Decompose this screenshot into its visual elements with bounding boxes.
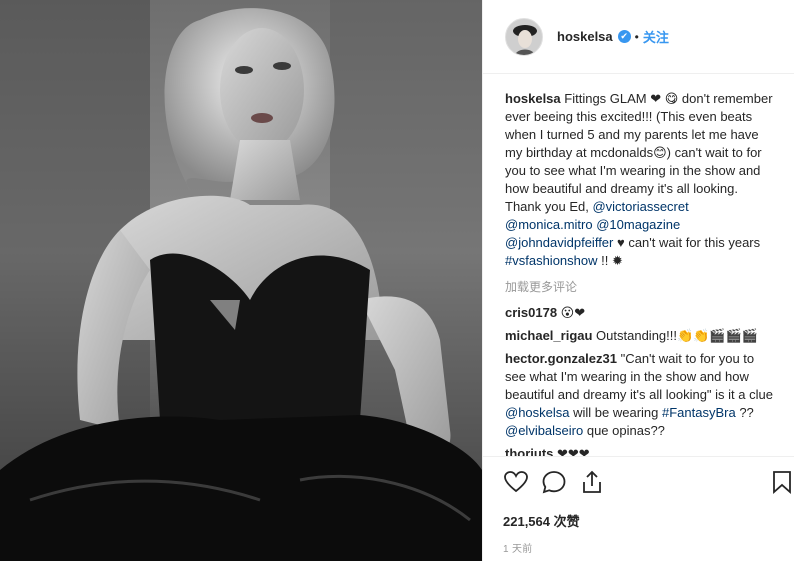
mention-link[interactable]: @victoriassecret <box>592 199 688 214</box>
comment: thoriuts ❤❤❤ <box>505 445 777 456</box>
action-icons <box>503 467 794 497</box>
hashtag-link[interactable]: #vsfashionshow <box>505 253 598 268</box>
comment-text: ❤❤❤ <box>553 446 590 456</box>
post-timestamp[interactable]: 1 天前 <box>503 540 794 555</box>
comment-username[interactable]: hector.gonzalez31 <box>505 351 617 366</box>
comment-text: ?? <box>735 405 754 420</box>
caption-text: Fittings GLAM ❤ 😋 don't remember ever be… <box>505 91 773 214</box>
mention-link[interactable]: @elvibalseiro <box>505 423 583 438</box>
post-header: hoskelsa ✔ • 关注 <box>483 0 794 74</box>
comment-text: Outstanding!!!👏👏🎬🎬🎬 <box>592 328 758 343</box>
hashtag-link[interactable]: #FantasyBra <box>662 405 736 420</box>
comment: hector.gonzalez31 "Can't wait to for you… <box>505 350 777 440</box>
likes-count[interactable]: 221,564 次赞 <box>503 511 794 530</box>
photo-illustration <box>0 0 482 561</box>
comment-username[interactable]: michael_rigau <box>505 328 592 343</box>
comments-list[interactable]: hoskelsa Fittings GLAM ❤ 😋 don't remembe… <box>483 74 794 456</box>
mention-link[interactable]: @hoskelsa <box>505 405 570 420</box>
bookmark-icon[interactable] <box>769 469 794 495</box>
post-photo[interactable] <box>0 0 482 561</box>
post-sidebar: hoskelsa ✔ • 关注 hoskelsa Fittings GLAM ❤… <box>482 0 794 561</box>
follow-button[interactable]: 关注 <box>643 27 669 46</box>
share-icon[interactable] <box>579 469 605 495</box>
comment-username[interactable]: thoriuts <box>505 446 553 456</box>
header-username[interactable]: hoskelsa <box>557 29 613 44</box>
comment: cris0178 😮❤ <box>505 304 777 322</box>
avatar[interactable] <box>505 17 543 56</box>
comment-username[interactable]: cris0178 <box>505 305 557 320</box>
comment-text: will be wearing <box>569 405 663 420</box>
separator-dot: • <box>634 29 639 44</box>
caption-text: ♥ can't wait for this years <box>613 235 761 250</box>
heart-icon[interactable] <box>503 469 529 495</box>
caption-text: !! ✹ <box>597 253 623 268</box>
verified-badge-icon: ✔ <box>617 30 631 43</box>
comment-text: 😮❤ <box>557 305 586 320</box>
comment: michael_rigau Outstanding!!!👏👏🎬🎬🎬 <box>505 327 777 345</box>
comment-text: que opinas?? <box>583 423 665 438</box>
comment-icon[interactable] <box>541 469 567 495</box>
post-caption: hoskelsa Fittings GLAM ❤ 😋 don't remembe… <box>505 90 777 270</box>
avatar-image <box>506 18 542 55</box>
post-actions: 221,564 次赞 1 天前 <box>483 456 794 561</box>
mention-link[interactable]: @10magazine <box>596 217 680 232</box>
mention-link[interactable]: @johndavidpfeiffer <box>505 235 613 250</box>
instagram-post: hoskelsa ✔ • 关注 hoskelsa Fittings GLAM ❤… <box>0 0 794 561</box>
caption-username[interactable]: hoskelsa <box>505 91 561 106</box>
load-more-comments-button[interactable]: 加载更多评论 <box>505 278 777 296</box>
mention-link[interactable]: @monica.mitro <box>505 217 593 232</box>
